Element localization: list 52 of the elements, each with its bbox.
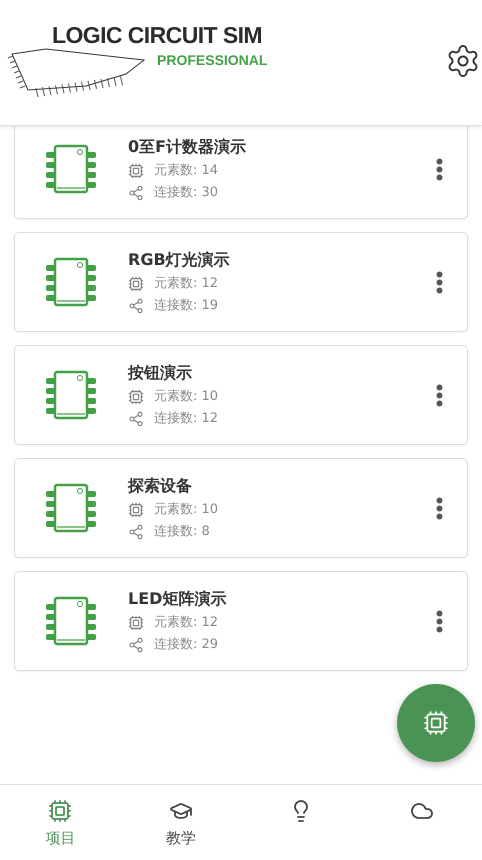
connection-count: 连接数: 12 — [154, 410, 218, 428]
chip-icon — [128, 162, 144, 178]
more-button[interactable] — [434, 494, 445, 522]
element-count: 元素数: 14 — [154, 162, 218, 180]
chip-logo-icon — [6, 48, 146, 100]
more-button[interactable] — [434, 268, 445, 296]
chip-icon — [45, 144, 97, 194]
project-card[interactable]: RGB灯光演示 元素数: 12 连接数: 19 — [14, 232, 468, 332]
project-card[interactable]: 探索设备 元素数: 10 连接数: 8 — [14, 458, 468, 558]
project-title: 探索设备 — [128, 474, 193, 496]
project-card[interactable]: LED矩阵演示 元素数: 12 连接数: 29 — [14, 571, 468, 671]
more-icon — [436, 158, 443, 180]
connection-icon — [128, 524, 144, 540]
app-title: LOGIC CIRCUIT SIM — [52, 21, 262, 50]
project-title: RGB灯光演示 — [128, 248, 231, 270]
more-button[interactable] — [434, 382, 445, 408]
connection-count: 连接数: 19 — [154, 296, 218, 314]
connection-icon — [128, 184, 144, 200]
chip-icon — [45, 596, 97, 646]
chip-icon — [423, 710, 449, 736]
nav-tab[interactable]: 教学 — [120, 785, 241, 860]
chip-icon — [48, 799, 72, 823]
chip-icon — [128, 614, 144, 630]
project-title: 0至F计数器演示 — [128, 136, 248, 158]
connection-icon — [128, 298, 144, 314]
connection-count: 连接数: 8 — [154, 522, 210, 540]
element-count: 元素数: 12 — [154, 614, 218, 632]
more-button[interactable] — [434, 608, 445, 634]
more-icon — [436, 270, 443, 294]
project-title: LED矩阵演示 — [128, 588, 228, 610]
chip-icon — [45, 257, 97, 307]
connection-count: 连接数: 29 — [154, 636, 218, 654]
app-subtitle: PROFESSIONAL — [157, 51, 268, 70]
connection-icon — [128, 410, 144, 426]
element-count: 元素数: 10 — [154, 388, 218, 406]
more-icon — [436, 610, 443, 632]
more-icon — [436, 384, 443, 406]
project-title: 按钮演示 — [128, 362, 193, 384]
chip-icon — [128, 276, 144, 292]
project-card[interactable]: 0至F计数器演示 元素数: 14 连接数: 30 — [14, 126, 468, 219]
element-count: 元素数: 10 — [154, 500, 218, 518]
connection-icon — [128, 636, 144, 652]
chip-icon — [128, 502, 144, 518]
connection-count: 连接数: 30 — [154, 184, 218, 202]
element-count: 元素数: 12 — [154, 274, 218, 292]
chip-icon — [128, 388, 144, 404]
chip-icon — [45, 370, 97, 420]
nav-tab[interactable]: 项目 — [0, 785, 120, 860]
more-button[interactable] — [434, 156, 445, 182]
project-card[interactable]: 按钮演示 元素数: 10 连接数: 12 — [14, 345, 468, 445]
chip-icon — [45, 483, 97, 533]
more-icon — [436, 496, 443, 520]
